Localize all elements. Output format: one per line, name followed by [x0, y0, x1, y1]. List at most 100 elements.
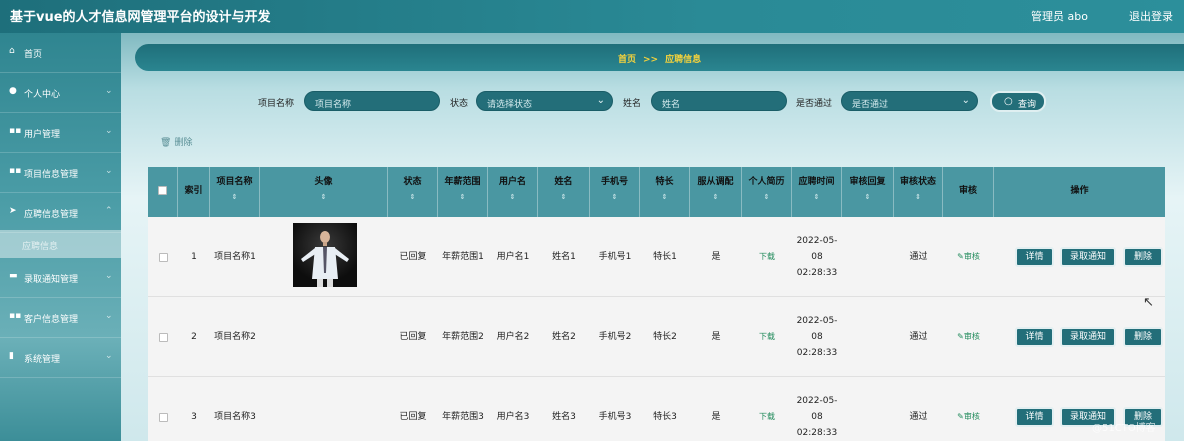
sidebar-item-label: 项目信息管理 [24, 170, 79, 180]
pass-placeholder: 是否通过 [852, 100, 889, 110]
cell-index: 1 [191, 252, 197, 262]
name-input[interactable]: 姓名 [651, 91, 787, 111]
resume-download-link[interactable]: 下载 [742, 217, 792, 297]
admission-notice-button[interactable]: 录取通知 [1060, 247, 1116, 267]
bulk-delete-button[interactable]: 🗑 删除 [160, 135, 192, 148]
sort-icon: ⇕ [813, 193, 820, 201]
sidebar-item-label: 客户信息管理 [24, 315, 79, 325]
header-label: 索引 [184, 186, 203, 196]
header-project[interactable]: 项目名称 ⇕ [210, 167, 260, 217]
cell-skill: 特长3 [653, 412, 677, 422]
header-status[interactable]: 状态 ⇕ [388, 167, 438, 217]
chevron-down-icon: ⌄ [105, 271, 113, 281]
logout-link[interactable]: 退出登录 [1129, 8, 1173, 24]
sort-icon: ⇕ [712, 193, 719, 201]
header-label: 姓名 [554, 177, 573, 187]
send-icon: ➤ [9, 206, 17, 216]
header-skill[interactable]: 特长 ⇕ [640, 167, 690, 217]
pass-label: 是否通过 [796, 99, 833, 109]
sort-icon: ⇕ [915, 193, 921, 201]
sidebar-item-application-management[interactable]: ➤ 应聘信息管理 ⌃ [0, 193, 121, 233]
cell-salary: 年薪范围1 [442, 252, 484, 262]
admin-label: 管理员 abo [1031, 10, 1088, 23]
table-header: 索引 项目名称 ⇕ 头像 ⇕ 状态 ⇕ 年薪范围 ⇕ 用户名 ⇕ 姓名 ⇕ 手机号 ⇕ 特长 ⇕… [148, 167, 1165, 217]
project-name-input[interactable]: 项目名称 [304, 91, 440, 111]
name-placeholder: 姓名 [662, 100, 681, 110]
watermark: @51CTO博客 [1092, 423, 1156, 434]
cell-reply [842, 217, 894, 297]
grid-icon: ▪▪ [9, 126, 22, 136]
table-row: 3 项目名称3 已回复 年薪范围3 用户名3 姓名3 手机号3 特长3 是 下载… [148, 377, 1165, 441]
header-name[interactable]: 姓名 ⇕ [538, 167, 590, 217]
edit-icon: ✎ [957, 332, 964, 341]
review-link-label: 审核 [963, 252, 980, 261]
row-checkbox[interactable] [158, 332, 168, 342]
row-checkbox[interactable] [158, 252, 168, 262]
bar-chart-icon: ▮ [9, 351, 14, 361]
breadcrumb: 首页 >> 应聘信息 [135, 44, 1184, 71]
grid-icon: ▪▪ [9, 166, 22, 176]
cell-review-status: 通过 [909, 412, 928, 422]
card-icon: ▬ [9, 271, 18, 281]
review-link[interactable]: ✎ 审核 [943, 377, 994, 441]
cell-index: 2 [191, 332, 197, 342]
header-label: 用户名 [498, 177, 526, 187]
review-link-label: 审核 [963, 412, 980, 421]
header-reply[interactable]: 审核回复 ⇕ [842, 167, 894, 217]
cell-username: 用户名1 [496, 252, 530, 262]
header-avatar[interactable]: 头像 ⇕ [260, 167, 388, 217]
row-checkbox-cell [148, 377, 178, 441]
resume-download-link[interactable]: 下载 [742, 377, 792, 441]
resume-download-link[interactable]: 下载 [742, 297, 792, 377]
header-label: 手机号 [600, 177, 628, 187]
breadcrumb-home[interactable]: 首页 [618, 55, 636, 65]
header-obey[interactable]: 服从调配 ⇕ [690, 167, 742, 217]
chevron-down-icon: ⌄ [105, 86, 113, 96]
detail-button[interactable]: 详情 [1015, 407, 1054, 427]
review-link[interactable]: ✎ 审核 [943, 297, 994, 377]
delete-button[interactable]: 删除 [1123, 247, 1163, 267]
sort-icon: ⇕ [409, 193, 416, 201]
review-link[interactable]: ✎ 审核 [943, 217, 994, 297]
header-salary[interactable]: 年薪范围 ⇕ [438, 167, 488, 217]
sort-icon: ⇕ [320, 193, 327, 201]
search-button[interactable]: ○ 查询 [990, 91, 1046, 112]
sidebar-item-personal-center[interactable]: ● 个人中心 ⌄ [0, 73, 121, 113]
header-time[interactable]: 应聘时间 ⇕ [792, 167, 842, 217]
sidebar-item-customer-management[interactable]: ▪▪ 客户信息管理 ⌄ [0, 298, 121, 338]
cell-name: 姓名2 [552, 332, 576, 342]
header-select-all [148, 167, 178, 217]
detail-button[interactable]: 详情 [1015, 247, 1054, 267]
sidebar-item-system-management[interactable]: ▮ 系统管理 ⌄ [0, 338, 121, 378]
cell-obey: 是 [711, 332, 721, 342]
header-resume[interactable]: 个人简历 ⇕ [742, 167, 792, 217]
sidebar-item-admission-management[interactable]: ▬ 录取通知管理 ⌄ [0, 258, 121, 298]
header-review: 审核 [943, 167, 994, 217]
header-phone[interactable]: 手机号 ⇕ [590, 167, 640, 217]
status-select[interactable]: 请选择状态 ⌄ [476, 91, 613, 111]
cell-status: 已回复 [399, 412, 427, 422]
sidebar-item-user-management[interactable]: ▪▪ 用户管理 ⌄ [0, 113, 121, 153]
header-review-status[interactable]: 审核状态 ⇕ [894, 167, 943, 217]
header-label: 审核回复 [849, 177, 886, 187]
admission-notice-button[interactable]: 录取通知 [1060, 327, 1116, 347]
select-all-checkbox[interactable] [158, 186, 167, 195]
sidebar-item-home[interactable]: ⌂ 首页 [0, 33, 121, 73]
sidebar: ⌂ 首页 ● 个人中心 ⌄ ▪▪ 用户管理 ⌄ ▪▪ 项目信息管理 ⌄ ➤ 应聘… [0, 33, 121, 441]
cell-project: 项目名称1 [214, 252, 256, 262]
header-username[interactable]: 用户名 ⇕ [488, 167, 538, 217]
cell-skill: 特长2 [653, 332, 677, 342]
sort-icon: ⇕ [459, 193, 466, 201]
top-header: 基于vue的人才信息网管理平台的设计与开发 管理员 abo 退出登录 [0, 0, 1184, 33]
user-icon: ● [9, 86, 17, 96]
header-actions: 操作 [994, 167, 1165, 217]
delete-button[interactable]: 删除 [1123, 327, 1163, 347]
pass-select[interactable]: 是否通过 ⌄ [841, 91, 978, 111]
sidebar-subitem-application-info[interactable]: 应聘信息 [0, 230, 121, 258]
sidebar-item-project-management[interactable]: ▪▪ 项目信息管理 ⌄ [0, 153, 121, 193]
row-checkbox[interactable] [158, 412, 168, 422]
detail-button[interactable]: 详情 [1015, 327, 1054, 347]
application-table: 索引 项目名称 ⇕ 头像 ⇕ 状态 ⇕ 年薪范围 ⇕ 用户名 ⇕ 姓名 ⇕ 手机号 ⇕ 特长 ⇕… [148, 167, 1165, 441]
cell-obey: 是 [711, 252, 721, 262]
cell-username: 用户名2 [496, 332, 530, 342]
